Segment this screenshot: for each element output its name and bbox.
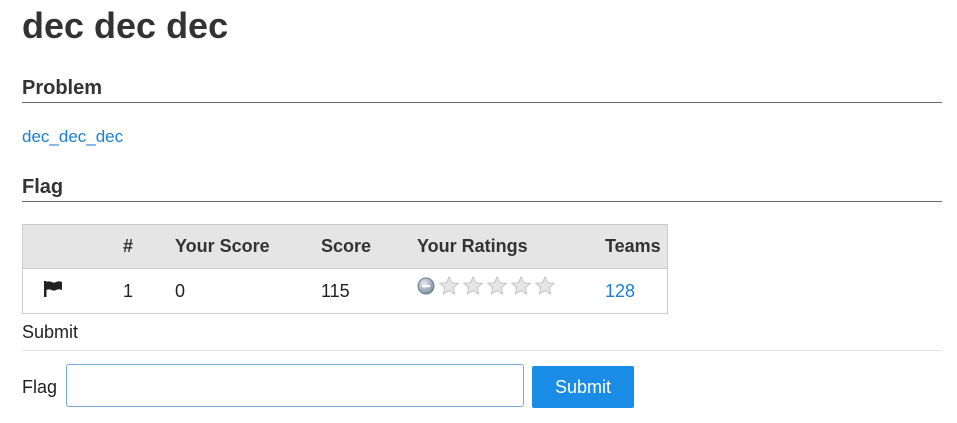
column-header-icon [22, 224, 123, 269]
column-header-your-ratings: Your Ratings [417, 224, 605, 269]
clear-rating-icon[interactable] [417, 277, 435, 295]
page-title: dec dec dec [22, 5, 229, 46]
row-your-score: 0 [175, 280, 186, 301]
teams-link[interactable]: 128 [605, 281, 635, 301]
rating-star-4-icon[interactable] [511, 276, 531, 296]
row-score: 115 [321, 280, 350, 301]
column-header-teams: Teams [605, 224, 668, 269]
submit-button[interactable]: Submit [532, 366, 634, 408]
problem-link[interactable]: dec_dec_dec [22, 127, 123, 147]
flag-icon-cell [23, 269, 124, 314]
flag-icon [43, 280, 63, 302]
row-teams-cell: 128 [605, 269, 668, 314]
flag-input[interactable] [66, 364, 524, 407]
rating-star-2-icon[interactable] [463, 276, 483, 296]
divider [22, 350, 942, 351]
submit-heading: Submit [22, 322, 79, 342]
rating-star-3-icon[interactable] [487, 276, 507, 296]
row-number: 1 [123, 280, 134, 301]
rating-star-5-icon[interactable] [535, 276, 555, 296]
flags-table: # Your Score Score Your Ratings Teams 1 [22, 224, 668, 314]
rating-star-1-icon[interactable] [439, 276, 459, 296]
table-header-row: # Your Score Score Your Ratings Teams [22, 224, 668, 269]
column-header-your-score: Your Score [175, 224, 321, 269]
column-header-score: Score [321, 224, 417, 269]
rating-widget [417, 269, 605, 314]
column-header-number: # [123, 224, 175, 269]
flag-field-label: Flag [22, 377, 58, 397]
problem-heading: Problem [22, 76, 942, 103]
flag-heading: Flag [22, 175, 942, 202]
table-row: 1 0 115 128 [23, 269, 668, 314]
